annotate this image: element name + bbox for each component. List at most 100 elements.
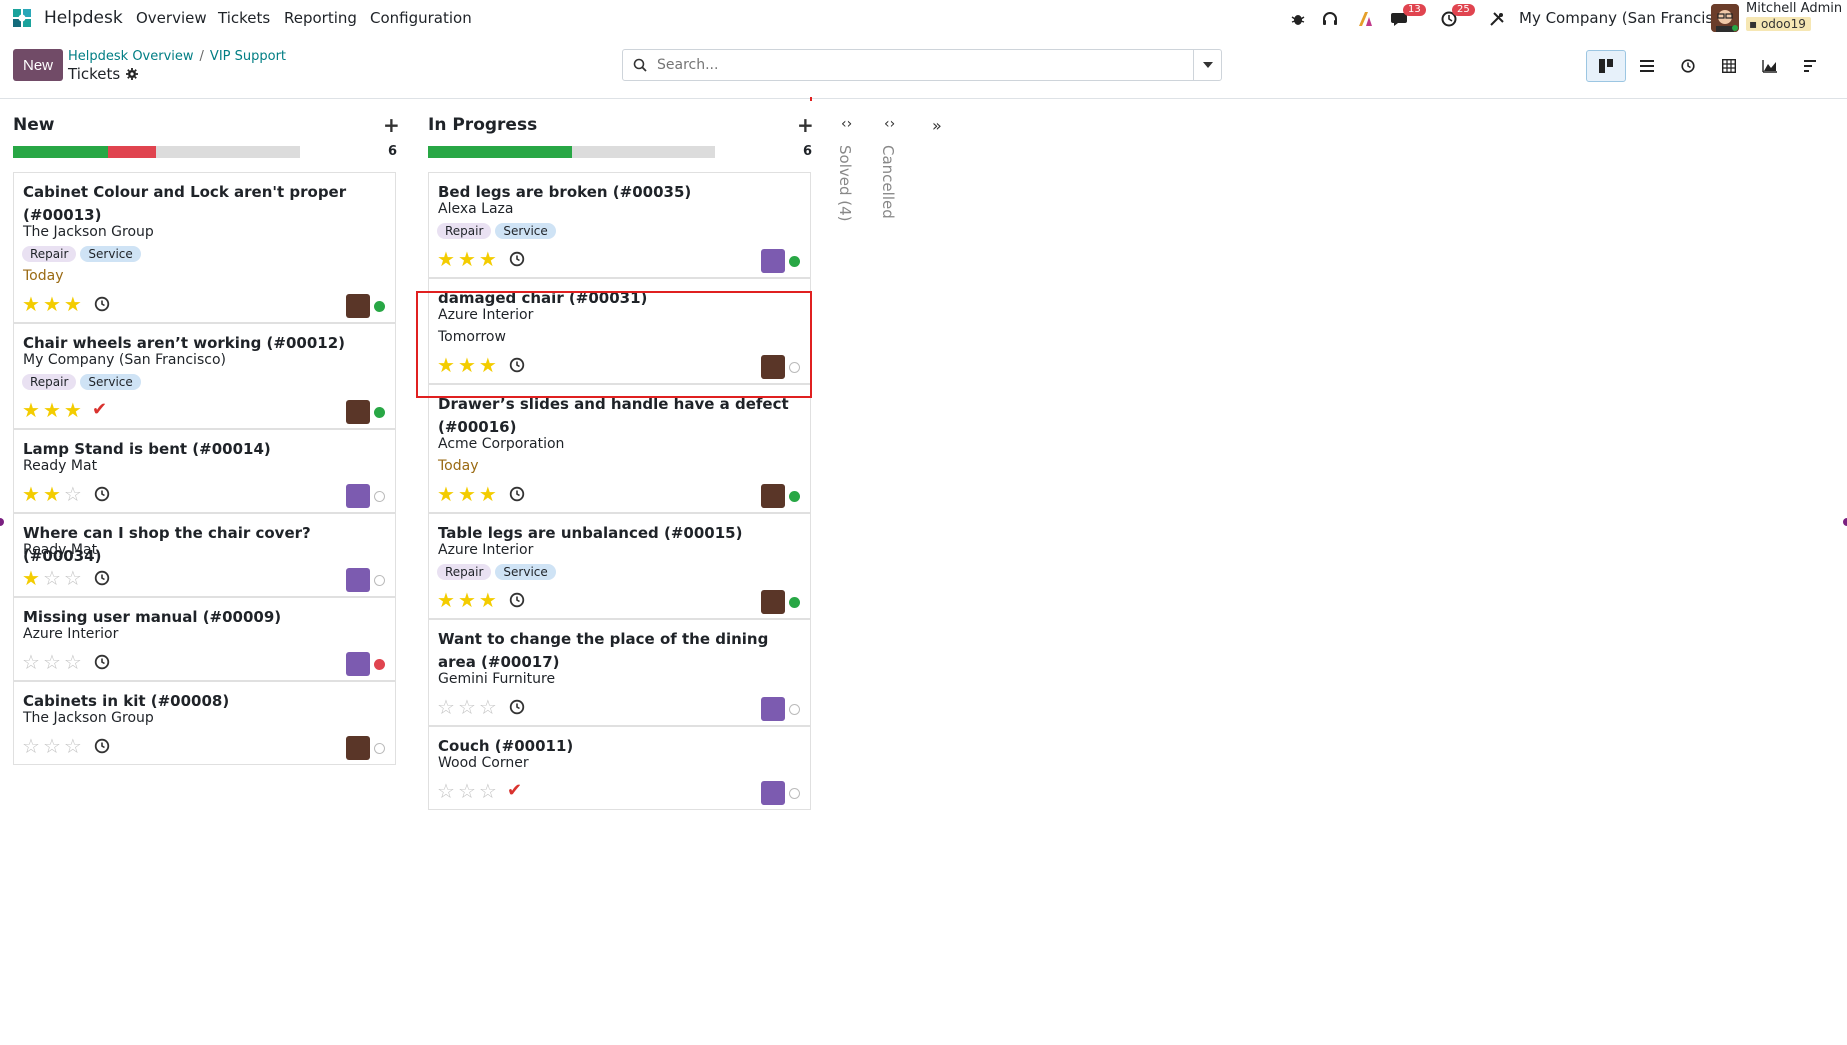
star-empty-icon[interactable]: ☆ <box>43 568 61 588</box>
kanban-state-dot[interactable] <box>789 256 800 267</box>
priority-stars[interactable]: ★ ★ ★ <box>437 590 497 610</box>
activity-clock-icon[interactable] <box>94 486 110 506</box>
star-empty-icon[interactable]: ☆ <box>64 568 82 588</box>
menu-configuration[interactable]: Configuration <box>370 9 472 27</box>
kanban-state-dot[interactable] <box>374 575 385 586</box>
assignee-avatar[interactable] <box>761 590 785 614</box>
activity-clock-icon[interactable] <box>509 251 525 271</box>
menu-overview[interactable]: Overview <box>136 9 207 27</box>
kanban-state-dot[interactable] <box>789 597 800 608</box>
menu-tickets[interactable]: Tickets <box>218 9 270 27</box>
star-filled-icon[interactable]: ★ <box>64 400 82 420</box>
ticket-card[interactable]: Couch (#00011) Wood Corner ☆ ☆ ☆ ✔ <box>428 726 811 810</box>
user-avatar[interactable] <box>1711 4 1739 32</box>
priority-stars[interactable]: ☆ ☆ ☆ <box>437 697 497 717</box>
assignee-avatar[interactable] <box>346 568 370 592</box>
expand-cancelled-icon[interactable]: ‹› <box>884 116 895 132</box>
activity-clock-icon[interactable] <box>94 738 110 758</box>
ticket-card[interactable]: Cabinet Colour and Lock aren't proper (#… <box>13 172 396 323</box>
activity-done-check-icon[interactable]: ✔ <box>92 399 107 420</box>
star-filled-icon[interactable]: ★ <box>22 484 40 504</box>
activity-clock-icon[interactable] <box>509 592 525 612</box>
company-switcher[interactable]: My Company (San Francisco) <box>1519 9 1736 27</box>
search-options-dropdown[interactable] <box>1193 50 1221 80</box>
messages-icon[interactable]: 13 <box>1389 4 1426 30</box>
star-filled-icon[interactable]: ★ <box>22 568 40 588</box>
star-filled-icon[interactable]: ★ <box>64 294 82 314</box>
search-input[interactable] <box>657 51 1193 79</box>
new-button[interactable]: New <box>13 49 63 81</box>
kanban-view-button[interactable] <box>1586 50 1626 82</box>
tools-icon[interactable] <box>1486 8 1508 30</box>
ticket-card[interactable]: Missing user manual (#00009) Azure Interi… <box>13 597 396 681</box>
assignee-avatar[interactable] <box>346 484 370 508</box>
priority-stars[interactable]: ★ ★ ★ <box>437 249 497 269</box>
progress-segment-red[interactable] <box>107 146 157 158</box>
activity-clock-icon[interactable] <box>509 486 525 506</box>
activity-clock-icon[interactable] <box>94 296 110 316</box>
assignee-avatar[interactable] <box>346 736 370 760</box>
column-title[interactable]: In Progress <box>428 115 537 135</box>
priority-stars[interactable]: ★ ★ ★ <box>22 294 82 314</box>
kanban-state-dot[interactable] <box>789 788 800 799</box>
star-filled-icon[interactable]: ★ <box>479 484 497 504</box>
ticket-card[interactable]: Want to change the place of the dining a… <box>428 619 811 726</box>
star-empty-icon[interactable]: ☆ <box>479 697 497 717</box>
star-filled-icon[interactable]: ★ <box>437 249 455 269</box>
ticket-card[interactable]: Bed legs are broken (#00035) Alexa Laza Re… <box>428 172 811 278</box>
folded-column-solved[interactable]: Solved (4) <box>836 145 854 222</box>
ticket-card[interactable]: Drawer’s slides and handle have a defect… <box>428 384 811 513</box>
kanban-state-dot[interactable] <box>374 659 385 670</box>
star-empty-icon[interactable]: ☆ <box>458 697 476 717</box>
list-view-button[interactable] <box>1627 50 1667 82</box>
progress-segment-green[interactable] <box>13 146 108 158</box>
star-filled-icon[interactable]: ★ <box>22 294 40 314</box>
star-empty-icon[interactable]: ☆ <box>22 652 40 672</box>
kanban-state-dot[interactable] <box>374 301 385 312</box>
star-filled-icon[interactable]: ★ <box>437 484 455 504</box>
ticket-card[interactable]: Where can I shop the chair cover? (#0003… <box>13 513 396 597</box>
assignee-avatar[interactable] <box>761 781 785 805</box>
ai-icon[interactable] <box>1355 8 1377 30</box>
star-filled-icon[interactable]: ★ <box>458 249 476 269</box>
activity-clock-icon[interactable] <box>509 699 525 719</box>
star-empty-icon[interactable]: ☆ <box>64 652 82 672</box>
expand-more-columns-icon[interactable]: » <box>932 116 942 135</box>
assignee-avatar[interactable] <box>346 294 370 318</box>
progress-segment-green[interactable] <box>428 146 572 158</box>
add-quick-create-icon[interactable]: + <box>383 113 400 137</box>
menu-reporting[interactable]: Reporting <box>284 9 357 27</box>
activities-clock-icon[interactable]: 25 <box>1438 4 1475 30</box>
column-progress-bar[interactable] <box>13 146 300 158</box>
headset-icon[interactable] <box>1319 8 1341 30</box>
debug-bug-icon[interactable] <box>1287 8 1309 30</box>
priority-stars[interactable]: ★ ★ ★ <box>437 484 497 504</box>
star-filled-icon[interactable]: ★ <box>437 590 455 610</box>
kanban-state-dot[interactable] <box>789 704 800 715</box>
app-name[interactable]: Helpdesk <box>44 8 123 28</box>
activity-clock-icon[interactable] <box>94 570 110 590</box>
star-empty-icon[interactable]: ☆ <box>437 781 455 801</box>
priority-stars[interactable]: ☆ ☆ ☆ <box>22 652 82 672</box>
star-filled-icon[interactable]: ★ <box>43 484 61 504</box>
assignee-avatar[interactable] <box>761 484 785 508</box>
ticket-card[interactable]: Chair wheels aren’t working (#00012) My C… <box>13 323 396 429</box>
assignee-avatar[interactable] <box>761 697 785 721</box>
folded-column-cancelled[interactable]: Cancelled <box>879 145 897 219</box>
add-quick-create-icon[interactable]: + <box>797 113 814 137</box>
helpdesk-logo-icon[interactable] <box>11 7 33 29</box>
assignee-avatar[interactable] <box>346 652 370 676</box>
expand-solved-icon[interactable]: ‹› <box>841 116 852 132</box>
pivot-view-button[interactable] <box>1709 50 1749 82</box>
star-empty-icon[interactable]: ☆ <box>437 697 455 717</box>
gantt-view-button[interactable] <box>1791 50 1831 82</box>
star-filled-icon[interactable]: ★ <box>479 590 497 610</box>
column-title[interactable]: New <box>13 115 54 135</box>
ticket-card[interactable]: Table legs are unbalanced (#00015) Azure … <box>428 513 811 619</box>
ticket-card[interactable]: Lamp Stand is bent (#00014) Ready Mat ★ ★ ☆ <box>13 429 396 513</box>
user-name[interactable]: Mitchell Admin <box>1746 1 1842 16</box>
activity-clock-icon[interactable] <box>94 654 110 674</box>
star-empty-icon[interactable]: ☆ <box>64 484 82 504</box>
star-filled-icon[interactable]: ★ <box>43 294 61 314</box>
kanban-state-dot[interactable] <box>374 743 385 754</box>
